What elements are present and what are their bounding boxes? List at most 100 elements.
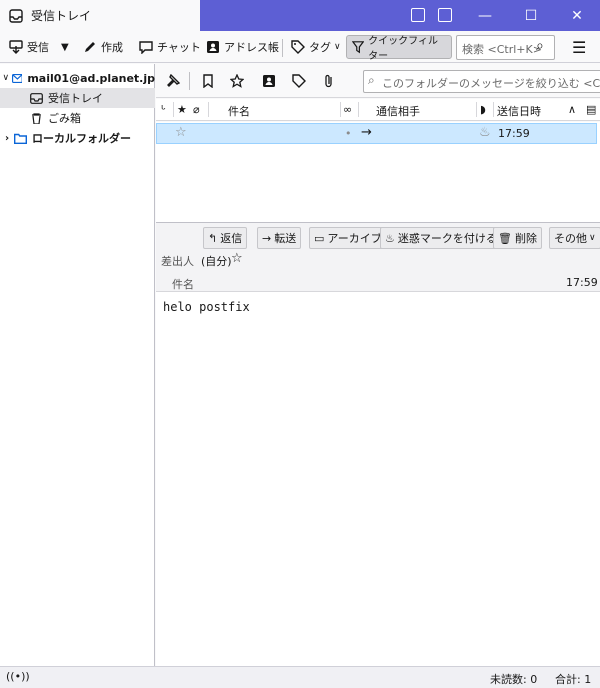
maximize-button[interactable]: ☐: [508, 0, 554, 31]
star-icon[interactable]: ☆: [231, 251, 243, 266]
column-separator: [340, 102, 341, 117]
column-subject[interactable]: 件名: [228, 103, 250, 119]
archive-icon: ▭: [314, 231, 325, 245]
contact-icon[interactable]: [262, 74, 276, 88]
quick-filter-placeholder: このフォルダーのメッセージを絞り込む <Ctrl+Shift+K>: [382, 77, 600, 90]
tag-label: タグ: [309, 41, 331, 54]
reply-icon: ↰: [208, 231, 218, 245]
column-picker-icon[interactable]: ▤: [586, 103, 596, 116]
reply-label: 返信: [220, 232, 243, 245]
search-icon: ⌕: [368, 73, 375, 87]
get-mail-button[interactable]: 受信: [4, 35, 54, 59]
folder-account[interactable]: ∨ mail01@ad.planet.jp: [0, 68, 155, 88]
from-label: 差出人: [161, 255, 194, 268]
junk-toggle-icon[interactable]: ♨: [479, 125, 491, 140]
folder-trash[interactable]: ごみ箱: [0, 108, 155, 128]
column-separator: [173, 102, 174, 117]
chevron-down-icon: ∨: [334, 42, 341, 52]
write-button[interactable]: 作成: [78, 35, 128, 59]
online-status-icon[interactable]: ((•)): [6, 670, 30, 683]
column-correspondents[interactable]: 通信相手: [376, 103, 420, 119]
search-placeholder: 検索 <Ctrl+K>: [462, 43, 542, 56]
delete-label: 削除: [514, 232, 537, 245]
menu-icon[interactable]: ☰: [572, 38, 586, 57]
minimize-button[interactable]: —: [462, 0, 508, 31]
tab-inbox[interactable]: 受信トレイ: [0, 0, 200, 31]
chevron-down-icon: ▼: [61, 41, 69, 53]
read-status-column-icon[interactable]: ∞: [343, 103, 352, 116]
address-book-icon: [207, 41, 219, 53]
delete-button[interactable]: 🗑 削除: [493, 227, 542, 249]
column-date[interactable]: 送信日時: [497, 103, 541, 119]
star-toggle-icon[interactable]: ☆: [175, 125, 187, 140]
table-row[interactable]: ☆ • → ♨ 17:59: [156, 123, 597, 144]
get-mail-label: 受信: [27, 41, 49, 54]
trash-icon: 🗑: [498, 231, 512, 245]
pin-icon[interactable]: [166, 74, 180, 88]
forward-button[interactable]: → 転送: [257, 227, 302, 249]
filter-icon: [352, 41, 365, 54]
column-separator: [208, 102, 209, 117]
inbox-label: 受信トレイ: [48, 92, 103, 105]
from-value[interactable]: (自分): [201, 253, 232, 269]
download-icon: [9, 40, 23, 54]
chevron-down-icon: ∨: [2, 73, 10, 83]
folder-icon: [14, 133, 27, 144]
message-time: 17:59: [566, 276, 598, 289]
quick-filter-input[interactable]: このフォルダーのメッセージを絞り込む <Ctrl+Shift+K>: [363, 70, 600, 93]
chat-button[interactable]: チャット: [134, 35, 206, 59]
calendar-icon[interactable]: [411, 8, 425, 22]
junk-icon: ♨: [385, 231, 395, 245]
mail-icon: [11, 73, 23, 83]
chat-label: チャット: [157, 41, 201, 54]
folder-local[interactable]: › ローカルフォルダー: [0, 128, 155, 148]
inbox-icon: [30, 92, 43, 104]
unread-filter-icon[interactable]: [201, 74, 215, 88]
status-bar: ((•)) 未読数: 0 合計: 1: [0, 666, 600, 688]
sort-ascending-icon: ∧: [568, 103, 577, 116]
tag-icon[interactable]: [292, 74, 306, 88]
tag-button[interactable]: タグ ∨: [286, 35, 346, 59]
quick-filter-label: クイックフィルター: [368, 36, 438, 62]
folder-pane: ∨ mail01@ad.planet.jp 受信トレイ ごみ箱 › ローカルフォ…: [0, 64, 155, 666]
star-icon[interactable]: [230, 74, 244, 88]
quick-filter-button[interactable]: クイックフィルター: [346, 35, 452, 62]
get-mail-dropdown[interactable]: ▼: [56, 35, 74, 59]
inbox-icon: [9, 8, 23, 23]
read-dot-icon[interactable]: •: [345, 127, 352, 140]
junk-label: 迷惑マークを付ける: [397, 232, 497, 245]
sent-arrow-icon: →: [361, 125, 372, 140]
address-book-button[interactable]: アドレス帳: [201, 35, 284, 59]
attachment-column-icon[interactable]: ⌀: [193, 103, 200, 116]
more-button[interactable]: その他 ∨: [549, 227, 600, 249]
message-preview: ↰ 返信 → 転送 ▭ アーカイブ ♨ 迷惑マークを付ける 🗑 削除 その他 ∨…: [156, 222, 600, 666]
divider: [189, 72, 190, 90]
more-label: その他: [554, 232, 587, 245]
subject-label: 件名: [172, 278, 194, 291]
close-button[interactable]: ✕: [554, 0, 600, 31]
search-icon[interactable]: ⌕: [536, 38, 544, 54]
column-header: ᒡ ★ ⌀ 件名 ∞ 通信相手 ◗ 送信日時 ∧ ▤: [156, 99, 600, 121]
column-separator: [358, 102, 359, 117]
write-label: 作成: [101, 41, 123, 54]
folder-inbox[interactable]: 受信トレイ: [0, 88, 155, 108]
star-column-icon[interactable]: ★: [177, 103, 187, 116]
archive-button[interactable]: ▭ アーカイブ: [309, 227, 387, 249]
title-bar: 受信トレイ — ☐ ✕: [0, 0, 600, 31]
chevron-right-icon: ›: [4, 132, 10, 144]
column-separator: [493, 102, 494, 117]
tab-label: 受信トレイ: [31, 9, 92, 23]
tasks-icon[interactable]: [438, 8, 452, 22]
attachment-icon[interactable]: [322, 74, 336, 88]
junk-button[interactable]: ♨ 迷惑マークを付ける: [380, 227, 502, 249]
titlebar-right: — ☐ ✕: [200, 0, 600, 31]
reply-button[interactable]: ↰ 返信: [203, 227, 248, 249]
message-date: 17:59: [498, 127, 530, 140]
account-name: mail01@ad.planet.jp: [27, 71, 155, 85]
junk-column-icon[interactable]: ◗: [480, 103, 486, 116]
thread-column-icon[interactable]: ᒡ: [161, 103, 166, 116]
local-folders-label: ローカルフォルダー: [32, 132, 131, 145]
chat-icon: [139, 41, 153, 54]
trash-icon: [32, 112, 41, 124]
total-count: 合計: 1: [555, 673, 592, 686]
